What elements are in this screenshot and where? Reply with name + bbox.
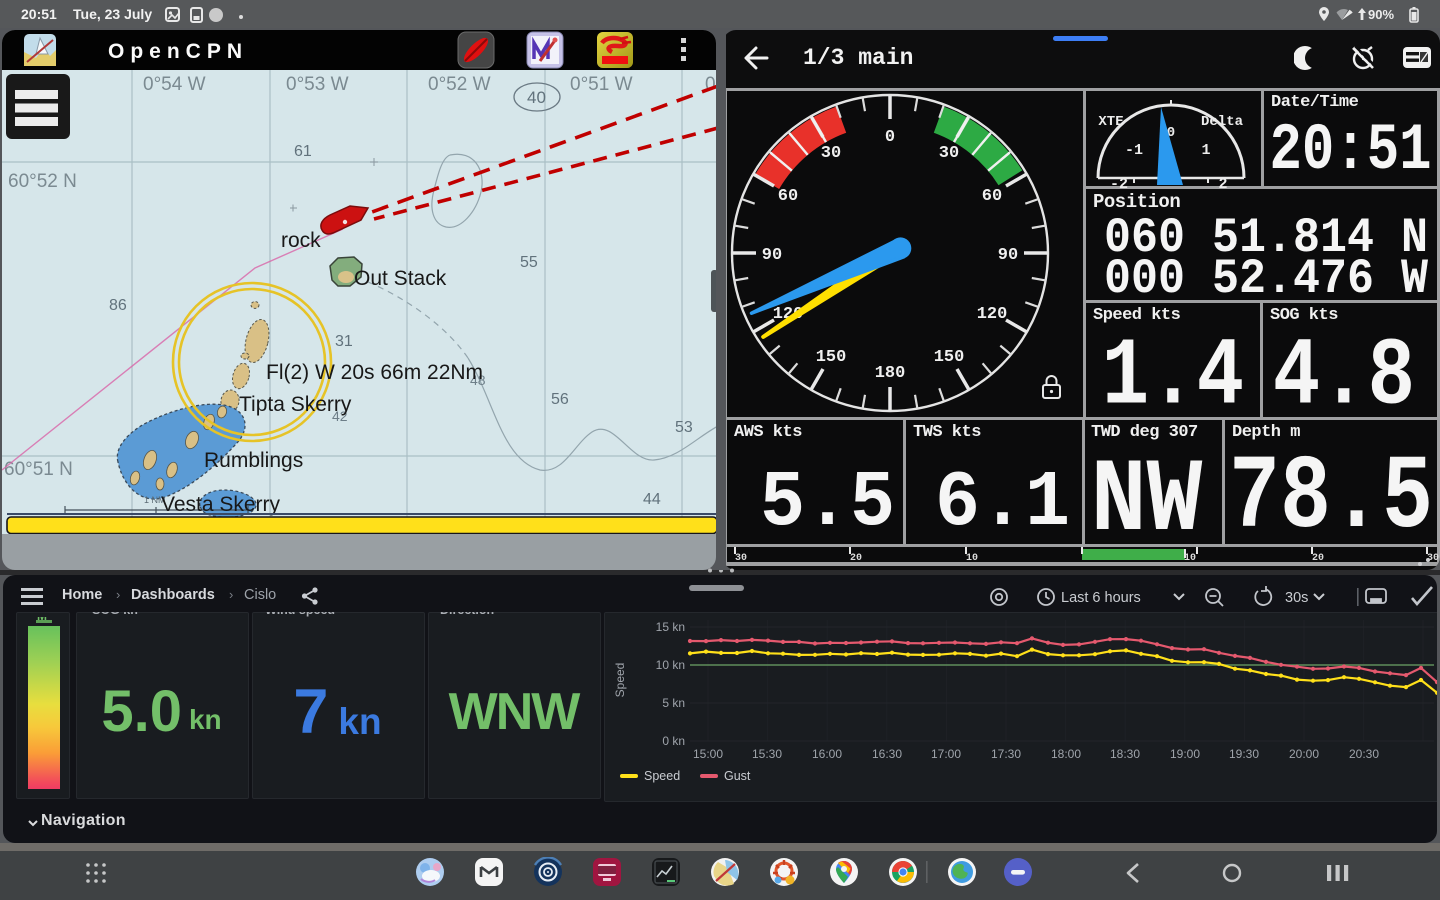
svg-text:19:30: 19:30 bbox=[1229, 747, 1259, 761]
svg-text:19:00: 19:00 bbox=[1170, 747, 1200, 761]
svg-text:10: 10 bbox=[1184, 553, 1196, 564]
svg-text:17:30: 17:30 bbox=[991, 747, 1021, 761]
svg-text:55: 55 bbox=[520, 254, 538, 271]
svg-text:2: 2 bbox=[1218, 176, 1227, 193]
svg-text:150: 150 bbox=[934, 348, 965, 367]
svg-text:Out Stack: Out Stack bbox=[354, 267, 447, 290]
svg-text:16:00: 16:00 bbox=[812, 747, 842, 761]
svg-text:20:30: 20:30 bbox=[1349, 747, 1379, 761]
svg-text:90: 90 bbox=[998, 246, 1018, 265]
svg-text:15 kn: 15 kn bbox=[656, 620, 685, 634]
svg-text:53: 53 bbox=[675, 419, 693, 436]
svg-text:30: 30 bbox=[939, 144, 959, 163]
svg-text:60: 60 bbox=[778, 187, 798, 206]
svg-text:-1: -1 bbox=[1125, 142, 1143, 159]
svg-text:5 kn: 5 kn bbox=[662, 696, 685, 710]
svg-text:40: 40 bbox=[527, 88, 546, 107]
svg-text:86: 86 bbox=[109, 297, 127, 314]
svg-text:60°51 N: 60°51 N bbox=[4, 459, 73, 480]
svg-text:1: 1 bbox=[1201, 142, 1210, 159]
svg-text:60°52 N: 60°52 N bbox=[8, 171, 77, 192]
svg-text:16:30: 16:30 bbox=[872, 747, 902, 761]
svg-text:18:30: 18:30 bbox=[1110, 747, 1140, 761]
svg-text:44: 44 bbox=[643, 491, 661, 508]
svg-text:31: 31 bbox=[335, 333, 353, 350]
svg-text:0 kn: 0 kn bbox=[662, 734, 685, 748]
svg-text:61: 61 bbox=[294, 143, 312, 160]
svg-text:120: 120 bbox=[977, 305, 1008, 324]
svg-text:0°52 W: 0°52 W bbox=[428, 74, 491, 95]
svg-text:0°54 W: 0°54 W bbox=[143, 74, 206, 95]
svg-text:0°51 W: 0°51 W bbox=[570, 74, 633, 95]
svg-text:15:30: 15:30 bbox=[752, 747, 782, 761]
svg-text:0°53 W: 0°53 W bbox=[286, 74, 349, 95]
svg-text:Fl(2) W 20s 66m 22Nm: Fl(2) W 20s 66m 22Nm bbox=[266, 361, 483, 384]
svg-text:XTE: XTE bbox=[1098, 114, 1123, 130]
svg-text:Rumblings: Rumblings bbox=[204, 449, 303, 472]
svg-text:20:00: 20:00 bbox=[1289, 747, 1319, 761]
svg-text:150: 150 bbox=[816, 348, 847, 367]
svg-text:10 kn: 10 kn bbox=[656, 658, 685, 672]
svg-text:90: 90 bbox=[762, 246, 782, 265]
svg-text:Delta: Delta bbox=[1201, 114, 1244, 130]
svg-text:Tipta Skerry: Tipta Skerry bbox=[239, 393, 352, 416]
svg-text:30: 30 bbox=[735, 553, 747, 564]
svg-text:15:00: 15:00 bbox=[693, 747, 723, 761]
svg-text:rock: rock bbox=[281, 229, 321, 252]
svg-text:20: 20 bbox=[1312, 553, 1324, 564]
svg-text:Vesta Skerry: Vesta Skerry bbox=[161, 493, 281, 516]
svg-text:18:00: 18:00 bbox=[1051, 747, 1081, 761]
svg-text:Gust: Gust bbox=[724, 769, 751, 783]
svg-text:Speed: Speed bbox=[613, 663, 627, 698]
svg-text:17:00: 17:00 bbox=[931, 747, 961, 761]
svg-text:10: 10 bbox=[966, 553, 978, 564]
svg-text:56: 56 bbox=[551, 391, 569, 408]
svg-text:60: 60 bbox=[982, 187, 1002, 206]
svg-text:20: 20 bbox=[850, 553, 862, 564]
svg-text:Speed: Speed bbox=[644, 769, 680, 783]
svg-text:30: 30 bbox=[821, 144, 841, 163]
svg-text:0: 0 bbox=[885, 128, 895, 147]
svg-text:-2: -2 bbox=[1110, 176, 1128, 193]
svg-text:180: 180 bbox=[875, 364, 906, 383]
